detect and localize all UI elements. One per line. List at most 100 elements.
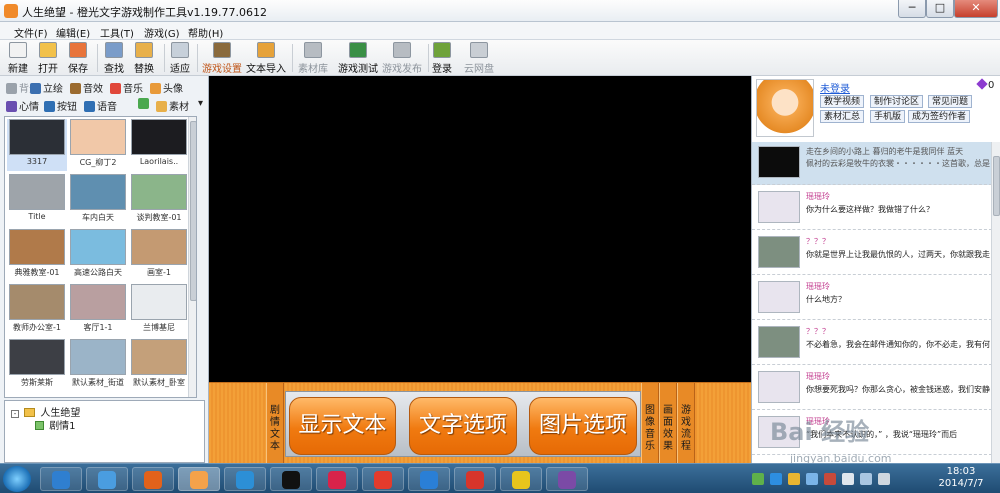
toolbar-button-2[interactable]: 保存 bbox=[68, 42, 88, 75]
feed-item[interactable]: ？？？ 不必着急，我会在邮件通知你的，你不必走，我有何 bbox=[752, 322, 992, 365]
taskbar-item[interactable] bbox=[132, 467, 174, 491]
feed-item[interactable]: 瑶瑶玲 你想要死我吗？你那么贪心，被金钱迷惑，我们安静 bbox=[752, 367, 992, 410]
taskbar-item[interactable] bbox=[40, 467, 82, 491]
start-button[interactable] bbox=[3, 466, 31, 492]
tray-cloud-icon[interactable] bbox=[806, 473, 818, 485]
tray-network-icon[interactable] bbox=[752, 473, 764, 485]
menu-file[interactable]: 文件(F) bbox=[14, 25, 48, 40]
thumbnail-item[interactable]: 3317 bbox=[7, 119, 67, 171]
feed-item[interactable]: 走在乡间的小路上 暮归的老牛是我同伴 蓝天 佩衬的云彩是牧牛的衣裳・・・・・・这首… bbox=[752, 142, 992, 185]
tray-wifi-icon[interactable] bbox=[860, 473, 872, 485]
tray-ime-icon[interactable] bbox=[788, 473, 800, 485]
tab-story-text[interactable]: 剧情文本 bbox=[266, 383, 284, 464]
taskbar-item[interactable] bbox=[408, 467, 450, 491]
toolbar-button-10[interactable]: 游戏发布 bbox=[382, 42, 422, 75]
thumbnail-item[interactable]: CG_柳丁2 bbox=[68, 119, 128, 171]
thumbnail-item[interactable]: 谈判教室-01 bbox=[129, 174, 189, 226]
taskbar-item[interactable] bbox=[316, 467, 358, 491]
login-link[interactable]: 未登录 bbox=[820, 80, 850, 95]
taskbar-clock[interactable]: 18:03 2014/7/7 bbox=[930, 466, 992, 490]
feed-item[interactable]: 瑶瑶玲 什么地方？ bbox=[752, 277, 992, 320]
taskbar-item[interactable] bbox=[224, 467, 266, 491]
link-mobile[interactable]: 手机版 bbox=[870, 110, 906, 123]
tray-security-icon[interactable] bbox=[770, 473, 782, 485]
thumbnail-item[interactable]: 默认素材_卧室 bbox=[129, 339, 189, 391]
tray-app-icon[interactable] bbox=[824, 473, 836, 485]
toolbar-button-5[interactable]: 适应 bbox=[170, 42, 190, 75]
tree-child[interactable]: 剧情1 bbox=[35, 417, 76, 432]
toolbar-button-3[interactable]: 查找 bbox=[104, 42, 124, 75]
menu-help[interactable]: 帮助(H) bbox=[188, 25, 223, 40]
thumbnail-item[interactable]: 典雅教室-01 bbox=[7, 229, 67, 281]
close-button[interactable]: ✕ bbox=[954, 0, 998, 18]
image-option-button[interactable]: 图片选项 bbox=[529, 397, 637, 455]
thumbnail-item[interactable]: 教师办公室-1 bbox=[7, 284, 67, 336]
maximize-button[interactable]: □ bbox=[926, 0, 954, 18]
category-tab-categories_row1-3[interactable]: 音乐 bbox=[110, 80, 143, 95]
link-tutorial-video[interactable]: 教学视频 bbox=[820, 95, 865, 108]
thumbnail-item[interactable]: Laorilais.. bbox=[129, 119, 189, 171]
link-discussion[interactable]: 制作讨论区 bbox=[870, 95, 924, 108]
toolbar-button-6[interactable]: 游戏设置 bbox=[202, 42, 242, 75]
thumbnail-image bbox=[70, 284, 126, 320]
taskbar-item[interactable] bbox=[178, 467, 220, 491]
dropdown-arrow-icon[interactable]: ▾ bbox=[198, 98, 203, 109]
thumbnail-scroll-thumb[interactable] bbox=[190, 121, 196, 301]
toolbar-button-11[interactable]: 登录 bbox=[432, 42, 452, 75]
thumbnail-item[interactable]: 高速公路白天 bbox=[68, 229, 128, 281]
collapse-icon[interactable]: - bbox=[11, 410, 19, 418]
tray-volume-icon[interactable] bbox=[878, 473, 890, 485]
taskbar-item[interactable] bbox=[500, 467, 542, 491]
thumbnail-item[interactable]: 兰博基尼 bbox=[129, 284, 189, 336]
feed-scrollbar[interactable] bbox=[991, 142, 1000, 463]
taskbar-item[interactable] bbox=[454, 467, 496, 491]
thumbnail-item[interactable]: 客厅1-1 bbox=[68, 284, 128, 336]
thumbnail-item[interactable]: 画室-1 bbox=[129, 229, 189, 281]
toolbar-button-12[interactable]: 云网盘 bbox=[464, 42, 494, 75]
tray-flag-icon[interactable] bbox=[842, 473, 854, 485]
feed-item[interactable]: 瑶瑶玲 你为什么要这样做？我做错了什么？ bbox=[752, 187, 992, 230]
thumbnail-item[interactable]: Title bbox=[7, 174, 67, 226]
thumbnail-label: 画室-1 bbox=[147, 268, 171, 277]
taskbar-item[interactable] bbox=[270, 467, 312, 491]
category-tab-categories_row2-3[interactable] bbox=[138, 98, 151, 110]
tab-game-flow[interactable]: 游戏流程 bbox=[677, 383, 695, 464]
toolbar-button-9[interactable]: 游戏测试 bbox=[338, 42, 378, 75]
toolbar-button-0[interactable]: 新建 bbox=[8, 42, 28, 75]
watermark-main: Bai 经验 bbox=[770, 418, 870, 446]
category-tab-categories_row1-1[interactable]: 立绘 bbox=[30, 80, 63, 95]
feed-text-line2: 佩衬的云彩是牧牛的衣裳・・・・・・这首歌，总是 bbox=[806, 159, 990, 168]
thumbnail-item[interactable]: 默认素材_街道 bbox=[68, 339, 128, 391]
tab-screen-effect[interactable]: 画面效果 bbox=[659, 383, 677, 464]
toolbar-button-7[interactable]: 文本导入 bbox=[246, 42, 286, 75]
preview-canvas[interactable] bbox=[209, 76, 751, 382]
menu-game[interactable]: 游戏(G) bbox=[144, 25, 180, 40]
link-material-summary[interactable]: 素材汇总 bbox=[820, 110, 865, 123]
gem-icon bbox=[976, 78, 988, 90]
category-tab-categories_row1-2[interactable]: 音效 bbox=[70, 80, 103, 95]
taskbar-item[interactable] bbox=[362, 467, 404, 491]
thumbnail-item[interactable]: 劳斯莱斯 bbox=[7, 339, 67, 391]
category-tab-categories_row2-0[interactable]: 心情 bbox=[6, 98, 39, 113]
taskbar-item[interactable] bbox=[546, 467, 588, 491]
category-tab-categories_row2-4[interactable]: 素材 bbox=[156, 98, 189, 113]
toolbar-button-4[interactable]: 替换 bbox=[134, 42, 154, 75]
minimize-button[interactable]: ─ bbox=[898, 0, 926, 18]
thumbnail-item[interactable]: 车内白天 bbox=[68, 174, 128, 226]
show-text-button[interactable]: 显示文本 bbox=[289, 397, 396, 455]
category-tab-categories_row2-1[interactable]: 按钮 bbox=[44, 98, 77, 113]
tab-image-music[interactable]: 图像音乐 bbox=[641, 383, 659, 464]
menu-edit[interactable]: 编辑(E) bbox=[56, 25, 90, 40]
taskbar-item[interactable] bbox=[86, 467, 128, 491]
text-option-button[interactable]: 文字选项 bbox=[409, 397, 517, 455]
category-tab-categories_row2-2[interactable]: 语音 bbox=[84, 98, 117, 113]
feed-item[interactable]: ？？？ 你就是世界上让我最仇恨的人，过两天，你就跟我走 bbox=[752, 232, 992, 275]
link-become-author[interactable]: 成为签约作者 bbox=[908, 110, 971, 123]
thumbnail-scrollbar[interactable] bbox=[188, 117, 196, 397]
toolbar-button-1[interactable]: 打开 bbox=[38, 42, 58, 75]
menu-tools[interactable]: 工具(T) bbox=[100, 25, 134, 40]
link-faq[interactable]: 常见问题 bbox=[928, 95, 973, 108]
toolbar-button-8[interactable]: 素材库 bbox=[298, 42, 328, 75]
category-tab-categories_row1-4[interactable]: 头像 bbox=[150, 80, 183, 95]
feed-scroll-thumb[interactable] bbox=[993, 156, 1000, 216]
